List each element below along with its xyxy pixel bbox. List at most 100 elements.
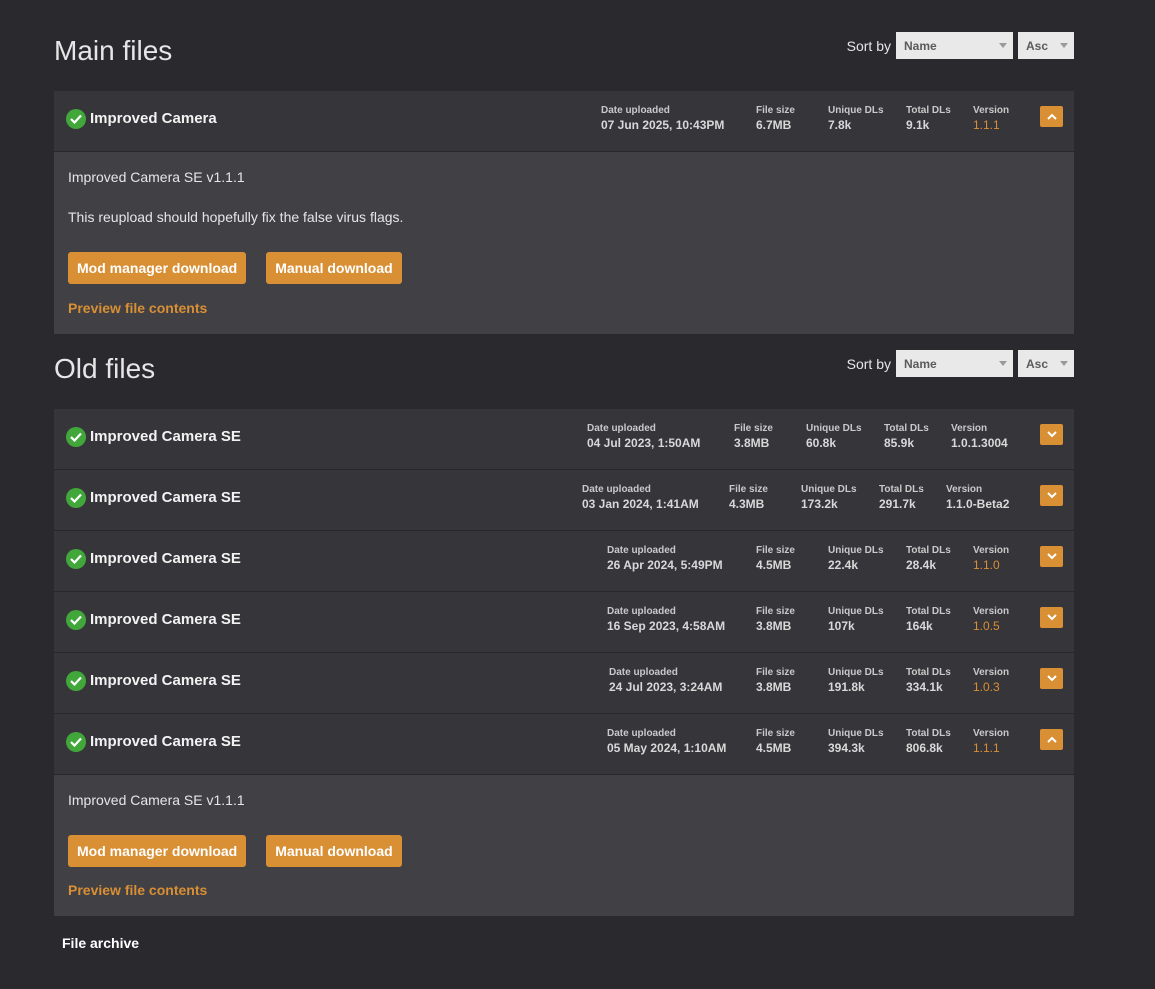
check-icon — [66, 427, 86, 447]
size-label: File size — [756, 105, 795, 116]
main-files-panel: Improved Camera Date uploaded 07 Jun 202… — [54, 91, 1074, 334]
total-value: 28.4k — [906, 558, 937, 572]
version: Version 1.1.0 — [973, 545, 1009, 573]
sort-field-value: Name — [904, 356, 937, 371]
version: Version 1.1.1 — [973, 105, 1009, 133]
expand-button[interactable] — [1040, 668, 1063, 689]
version: Version 1.0.3 — [973, 667, 1009, 695]
unique-dls: Unique DLs 107k — [828, 606, 884, 634]
unique-dls: Unique DLs 173.2k — [801, 484, 857, 512]
unique-label: Unique DLs — [828, 728, 884, 739]
version-value: 1.1.0 — [973, 558, 1000, 572]
total-value: 806.8k — [906, 741, 943, 755]
file-size: File size 3.8MB — [756, 667, 795, 695]
file-row[interactable]: Improved Camera SE Date uploaded 05 May 20… — [54, 714, 1074, 775]
total-value: 291.7k — [879, 497, 916, 511]
preview-file-contents-link[interactable]: Preview file contents — [68, 300, 207, 316]
unique-label: Unique DLs — [828, 667, 884, 678]
main-files-header: Main files Sort by Name Asc — [54, 32, 1074, 71]
date-label: Date uploaded — [587, 423, 656, 434]
total-dls: Total DLs 291.7k — [879, 484, 924, 512]
unique-label: Unique DLs — [828, 105, 884, 116]
collapse-button[interactable] — [1040, 729, 1063, 750]
sort-order-select[interactable]: Asc — [1018, 32, 1074, 59]
total-label: Total DLs — [906, 728, 951, 739]
total-value: 9.1k — [906, 118, 930, 132]
version-value: 1.1.1 — [973, 741, 1000, 755]
manual-download-button[interactable]: Manual download — [266, 835, 402, 867]
file-name: Improved Camera SE — [90, 733, 241, 750]
caret-down-icon — [1060, 361, 1068, 366]
sort-order-value: Asc — [1026, 356, 1049, 371]
preview-file-contents-link[interactable]: Preview file contents — [68, 882, 207, 898]
sort-order-select[interactable]: Asc — [1018, 350, 1074, 377]
file-row[interactable]: Improved Camera SE Date uploaded 04 Jul 20… — [54, 409, 1074, 470]
date-label: Date uploaded — [601, 105, 670, 116]
file-name: Improved Camera SE — [90, 428, 241, 445]
total-dls: Total DLs 164k — [906, 606, 951, 634]
expand-button[interactable] — [1040, 546, 1063, 567]
unique-value: 394.3k — [828, 741, 865, 755]
total-value: 164k — [906, 619, 933, 633]
file-archive-link[interactable]: File archive — [62, 935, 139, 951]
total-label: Total DLs — [884, 423, 929, 434]
unique-dls: Unique DLs 191.8k — [828, 667, 884, 695]
file-row[interactable]: Improved Camera SE Date uploaded 03 Jan 20… — [54, 470, 1074, 531]
file-details: Improved Camera SE v1.1.1 Mod manager dow… — [54, 775, 1074, 916]
mod-manager-download-button[interactable]: Mod manager download — [68, 252, 247, 284]
version: Version 1.0.1.3004 — [951, 423, 1008, 451]
unique-value: 22.4k — [828, 558, 859, 572]
size-value: 4.5MB — [756, 741, 792, 755]
file-size: File size 4.5MB — [756, 545, 795, 573]
version-label: Version — [973, 545, 1010, 556]
expand-button[interactable] — [1040, 485, 1063, 506]
unique-label: Unique DLs — [828, 606, 884, 617]
size-label: File size — [734, 423, 773, 434]
unique-value: 7.8k — [828, 118, 852, 132]
date-label: Date uploaded — [609, 667, 678, 678]
size-label: File size — [756, 667, 795, 678]
check-icon — [66, 610, 86, 630]
total-dls: Total DLs 85.9k — [884, 423, 929, 451]
unique-dls: Unique DLs 394.3k — [828, 728, 884, 756]
version: Version 1.1.1 — [973, 728, 1009, 756]
file-row[interactable]: Improved Camera SE Date uploaded 24 Jul 20… — [54, 653, 1074, 714]
expand-button[interactable] — [1040, 424, 1063, 445]
unique-dls: Unique DLs 60.8k — [806, 423, 862, 451]
version: Version 1.0.5 — [973, 606, 1009, 634]
sort-field-select[interactable]: Name — [896, 350, 1013, 377]
date-value: 26 Apr 2024, 5:49PM — [607, 558, 723, 572]
version-value: 1.1.1 — [973, 118, 1000, 132]
version-label: Version — [946, 484, 983, 495]
expand-button[interactable] — [1040, 607, 1063, 628]
caret-down-icon — [999, 361, 1007, 366]
version-value: 1.0.5 — [973, 619, 1000, 633]
manual-download-button[interactable]: Manual download — [266, 252, 402, 284]
file-name: Improved Camera SE — [90, 550, 241, 567]
size-label: File size — [756, 728, 795, 739]
unique-value: 107k — [828, 619, 855, 633]
version-value: 1.0.1.3004 — [951, 436, 1008, 450]
chevron-up-icon — [1046, 113, 1057, 120]
file-size: File size 6.7MB — [756, 105, 795, 133]
chevron-up-icon — [1046, 736, 1057, 743]
file-row[interactable]: Improved Camera SE Date uploaded 16 Sep 20… — [54, 592, 1074, 653]
sort-field-select[interactable]: Name — [896, 32, 1013, 59]
mod-manager-download-button[interactable]: Mod manager download — [68, 835, 247, 867]
file-size: File size 3.8MB — [756, 606, 795, 634]
collapse-button[interactable] — [1040, 106, 1063, 127]
date-label: Date uploaded — [607, 606, 676, 617]
unique-label: Unique DLs — [801, 484, 857, 495]
date-value: 04 Jul 2023, 1:50AM — [587, 436, 701, 450]
unique-label: Unique DLs — [806, 423, 862, 434]
unique-value: 191.8k — [828, 680, 865, 694]
file-size: File size 3.8MB — [734, 423, 773, 451]
sort-field-value: Name — [904, 38, 937, 53]
file-name: Improved Camera SE — [90, 489, 241, 506]
version-label: Version — [951, 423, 988, 434]
total-value: 85.9k — [884, 436, 915, 450]
file-row[interactable]: Improved Camera Date uploaded 07 Jun 202… — [54, 91, 1074, 152]
caret-down-icon — [1060, 43, 1068, 48]
unique-label: Unique DLs — [828, 545, 884, 556]
file-row[interactable]: Improved Camera SE Date uploaded 26 Apr 20… — [54, 531, 1074, 592]
